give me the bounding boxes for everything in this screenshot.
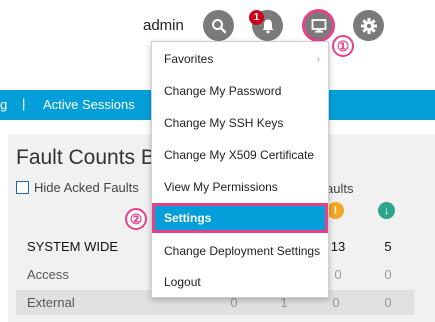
callout-step-1: ① (332, 35, 354, 57)
menu-item-change-x509-certificate[interactable]: Change My X509 Certificate (152, 140, 328, 170)
username-label: admin (143, 17, 184, 34)
user-dropdown-menu: Favorites › Change My Password Change My… (151, 41, 329, 298)
menu-item-label: Favorites (164, 52, 214, 66)
menu-item-view-permissions[interactable]: View My Permissions (152, 172, 328, 202)
menu-item-label: Change Deployment Settings (164, 244, 321, 258)
menu-item-logout[interactable]: Logout (152, 267, 328, 297)
menu-item-change-ssh-keys[interactable]: Change My SSH Keys (152, 108, 328, 138)
hide-acked-checkbox[interactable] (16, 181, 29, 194)
menu-item-change-password[interactable]: Change My Password (152, 76, 328, 106)
menu-item-label: Logout (164, 275, 201, 289)
row-value: 0 (332, 295, 340, 310)
menu-item-label: Change My Password (164, 84, 282, 98)
nav-tab-active-sessions[interactable]: Active Sessions (43, 97, 135, 112)
panel-title: Fault Counts B (16, 146, 155, 169)
menu-item-favorites[interactable]: Favorites › (152, 44, 328, 74)
info-icon: ↓ (378, 202, 395, 219)
warning-icon: ! (327, 202, 344, 219)
row-value: 0 (334, 267, 342, 282)
callout-step-2: ② (125, 208, 147, 230)
settings-gear-button[interactable] (353, 10, 384, 41)
row-value: 0 (384, 295, 392, 310)
monitor-icon (311, 18, 326, 33)
menu-item-label: Change My SSH Keys (164, 116, 284, 130)
nav-separator: | (22, 96, 26, 111)
row-value: 13 (330, 239, 346, 254)
row-label: External (27, 295, 75, 310)
row-value: 5 (384, 239, 392, 254)
chevron-right-icon: › (316, 54, 320, 65)
hide-acked-faults-option[interactable]: Hide Acked Faults (16, 180, 139, 195)
search-icon (211, 18, 226, 33)
menu-item-label: Settings (164, 211, 212, 225)
menu-item-change-deployment-settings[interactable]: Change Deployment Settings (152, 236, 328, 266)
nav-tab-partial[interactable]: g (0, 97, 7, 112)
row-label: SYSTEM WIDE (27, 239, 119, 254)
menu-item-label: View My Permissions (164, 180, 278, 194)
row-label: Access (27, 267, 69, 282)
gear-icon (360, 17, 377, 34)
row-value: 0 (384, 267, 392, 282)
search-button[interactable] (203, 10, 234, 41)
faults-column-header: aults (326, 181, 354, 196)
hide-acked-label: Hide Acked Faults (34, 180, 139, 195)
menu-item-settings[interactable]: Settings (152, 203, 328, 233)
console-button[interactable] (302, 9, 335, 42)
menu-item-label: Change My X509 Certificate (164, 148, 315, 162)
notification-count-badge: 1 (249, 10, 264, 25)
